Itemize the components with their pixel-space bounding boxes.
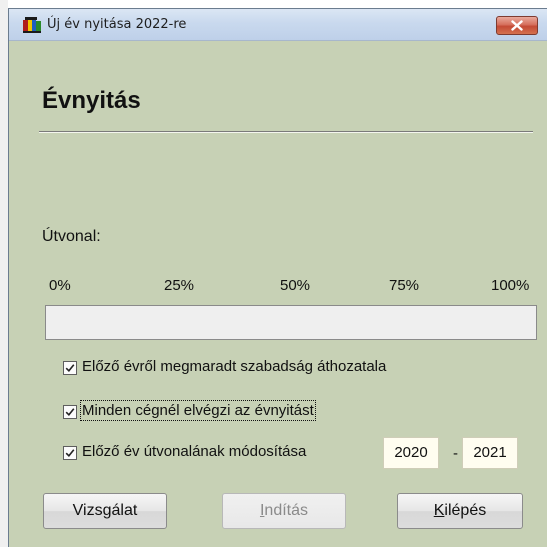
progress-tick-100: 100%	[491, 277, 530, 294]
page-title: Évnyitás	[42, 87, 141, 114]
exit-button-label: ilépés	[444, 502, 487, 519]
close-icon	[511, 20, 523, 31]
path-label: Útvonal:	[42, 228, 101, 245]
close-button[interactable]	[496, 16, 538, 35]
start-button[interactable]: Indítás	[222, 493, 346, 529]
check-icon	[65, 408, 75, 416]
check-icon	[65, 364, 75, 372]
option-label: Minden cégnél elvégzi az évnyitást	[80, 400, 316, 421]
year-separator: -	[453, 445, 458, 462]
window-title: Új év nyitása 2022-re	[47, 17, 187, 32]
check-button[interactable]: Vizsgálat	[43, 493, 167, 529]
title-bar[interactable]: Új év nyitása 2022-re	[9, 9, 547, 41]
progress-tick-75: 75%	[389, 277, 420, 294]
checkbox-modify-path[interactable]	[63, 446, 77, 460]
app-logo-icon	[23, 17, 41, 33]
exit-button-mnemonic: K	[433, 502, 445, 519]
option-label: Előző év útvonalának módosítása	[82, 443, 307, 460]
checkbox-all-companies[interactable]	[63, 405, 77, 419]
checkbox-carry-over-leave[interactable]	[63, 361, 77, 375]
progress-tick-25: 25%	[164, 277, 195, 294]
exit-button[interactable]: Kilépés	[397, 493, 523, 529]
progress-tick-0: 0%	[49, 277, 71, 294]
dialog-window: Új év nyitása 2022-re Évnyitás Útvonal: …	[8, 8, 547, 547]
check-icon	[65, 449, 75, 457]
progress-tick-50: 50%	[280, 277, 311, 294]
start-button-label: ndítás	[264, 502, 309, 519]
year-to-field[interactable]: 2021	[462, 437, 518, 469]
option-label: Előző évről megmaradt szabadság áthozata…	[82, 358, 387, 375]
desktop-background	[0, 0, 8, 547]
progress-bar	[45, 305, 537, 340]
year-from-field[interactable]: 2020	[383, 437, 439, 469]
header-divider	[39, 131, 533, 133]
check-button-label: Vizsgálat	[72, 502, 138, 519]
